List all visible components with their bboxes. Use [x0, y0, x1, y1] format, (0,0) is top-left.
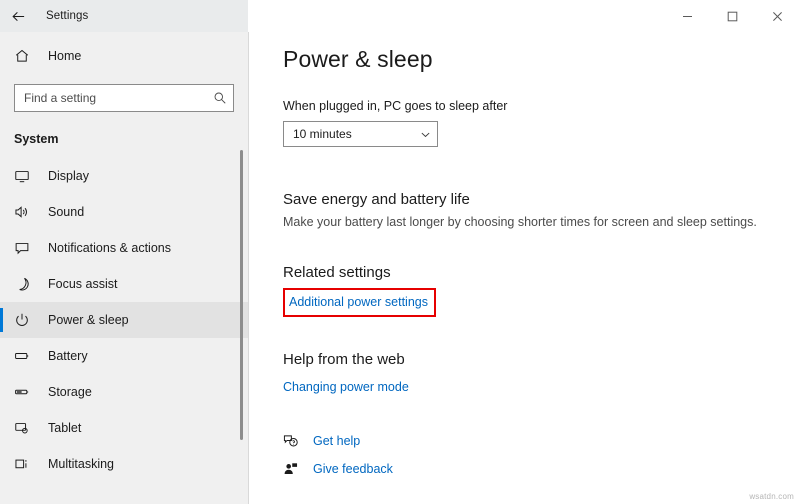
feedback-person-icon: [283, 461, 309, 477]
sidebar: Home System: [0, 32, 249, 504]
footer-links: Get help Give feedback: [283, 430, 800, 480]
sleep-timeout-label: When plugged in, PC goes to sleep after: [283, 99, 508, 113]
sidebar-item-multitasking-label: Multitasking: [48, 457, 114, 471]
sidebar-item-tablet-label: Tablet: [48, 421, 82, 435]
sidebar-item-focus-assist[interactable]: Focus assist: [0, 266, 248, 302]
sleep-timeout-dropdown[interactable]: 10 minutes: [283, 121, 438, 147]
sidebar-item-storage[interactable]: Storage: [0, 374, 248, 410]
sidebar-item-power-and-sleep-label: Power & sleep: [48, 313, 129, 327]
window-controls: [248, 0, 800, 32]
settings-window: Settings Home Find a setting System Disp…: [0, 0, 800, 504]
monitor-icon: [14, 168, 40, 184]
title-bar-left: Settings: [0, 0, 248, 32]
help-from-web-heading: Help from the web: [283, 351, 405, 368]
sidebar-item-home[interactable]: Home: [0, 36, 248, 76]
give-feedback-link[interactable]: Give feedback: [313, 462, 393, 476]
power-icon: [14, 312, 40, 328]
back-arrow-icon[interactable]: [0, 0, 36, 32]
moon-icon: [14, 276, 40, 292]
window-body: Home System: [0, 32, 800, 504]
search-container: [14, 84, 234, 112]
sidebar-item-sound-label: Sound: [48, 205, 85, 219]
maximize-icon[interactable]: [710, 0, 755, 32]
home-icon: [14, 48, 40, 64]
sidebar-item-focus-assist-label: Focus assist: [48, 277, 118, 291]
storage-icon: [14, 384, 40, 400]
get-help-row[interactable]: Get help: [283, 430, 800, 452]
changing-power-mode-wrap: Changing power mode: [283, 378, 800, 396]
watermark: wsatdn.com: [749, 492, 794, 501]
sleep-timeout-value: 10 minutes: [293, 127, 352, 141]
sidebar-item-storage-label: Storage: [48, 385, 92, 399]
sidebar-item-home-label: Home: [48, 49, 82, 63]
main-content: Power & sleep When plugged in, PC goes t…: [249, 32, 800, 504]
title-bar: Settings: [0, 0, 800, 32]
help-bubble-icon: [283, 433, 309, 449]
battery-icon: [14, 348, 40, 364]
multitasking-icon: [14, 456, 40, 472]
sidebar-item-display[interactable]: Display: [0, 158, 248, 194]
help-from-web-section: Help from the web Changing power mode: [283, 351, 800, 396]
sidebar-item-notifications[interactable]: Notifications & actions: [0, 230, 248, 266]
give-feedback-row[interactable]: Give feedback: [283, 458, 800, 480]
search-box[interactable]: [14, 84, 234, 112]
sidebar-section-label: System: [14, 132, 59, 146]
additional-power-settings-link[interactable]: Additional power settings: [289, 295, 428, 309]
sidebar-item-multitasking[interactable]: Multitasking: [0, 446, 248, 482]
sidebar-item-battery-label: Battery: [48, 349, 88, 363]
search-icon[interactable]: [213, 91, 227, 105]
notification-icon: [14, 240, 40, 256]
additional-power-settings-highlight: Additional power settings: [283, 288, 436, 317]
sidebar-item-notifications-label: Notifications & actions: [48, 241, 171, 255]
save-energy-description: Make your battery last longer by choosin…: [283, 215, 757, 229]
sidebar-item-sound[interactable]: Sound: [0, 194, 248, 230]
chevron-down-icon: [420, 129, 431, 140]
sidebar-item-battery[interactable]: Battery: [0, 338, 248, 374]
save-energy-heading: Save energy and battery life: [283, 191, 470, 208]
sidebar-item-tablet[interactable]: Tablet: [0, 410, 248, 446]
search-input[interactable]: [24, 91, 213, 105]
speaker-icon: [14, 204, 40, 220]
save-energy-section: Save energy and battery life Make your b…: [283, 191, 800, 229]
app-title: Settings: [46, 10, 89, 22]
sidebar-item-power-and-sleep[interactable]: Power & sleep: [0, 302, 248, 338]
sidebar-nav-list: Display Sound Notifications & actions Fo…: [0, 158, 248, 482]
close-icon[interactable]: [755, 0, 800, 32]
tablet-icon: [14, 420, 40, 436]
related-settings-section: Related settings Additional power settin…: [283, 264, 800, 317]
page-title: Power & sleep: [283, 46, 433, 72]
minimize-icon[interactable]: [665, 0, 710, 32]
get-help-link[interactable]: Get help: [313, 434, 360, 448]
related-settings-heading: Related settings: [283, 264, 391, 281]
changing-power-mode-link[interactable]: Changing power mode: [283, 380, 409, 394]
sidebar-item-display-label: Display: [48, 169, 89, 183]
sidebar-scrollbar[interactable]: [240, 150, 243, 440]
